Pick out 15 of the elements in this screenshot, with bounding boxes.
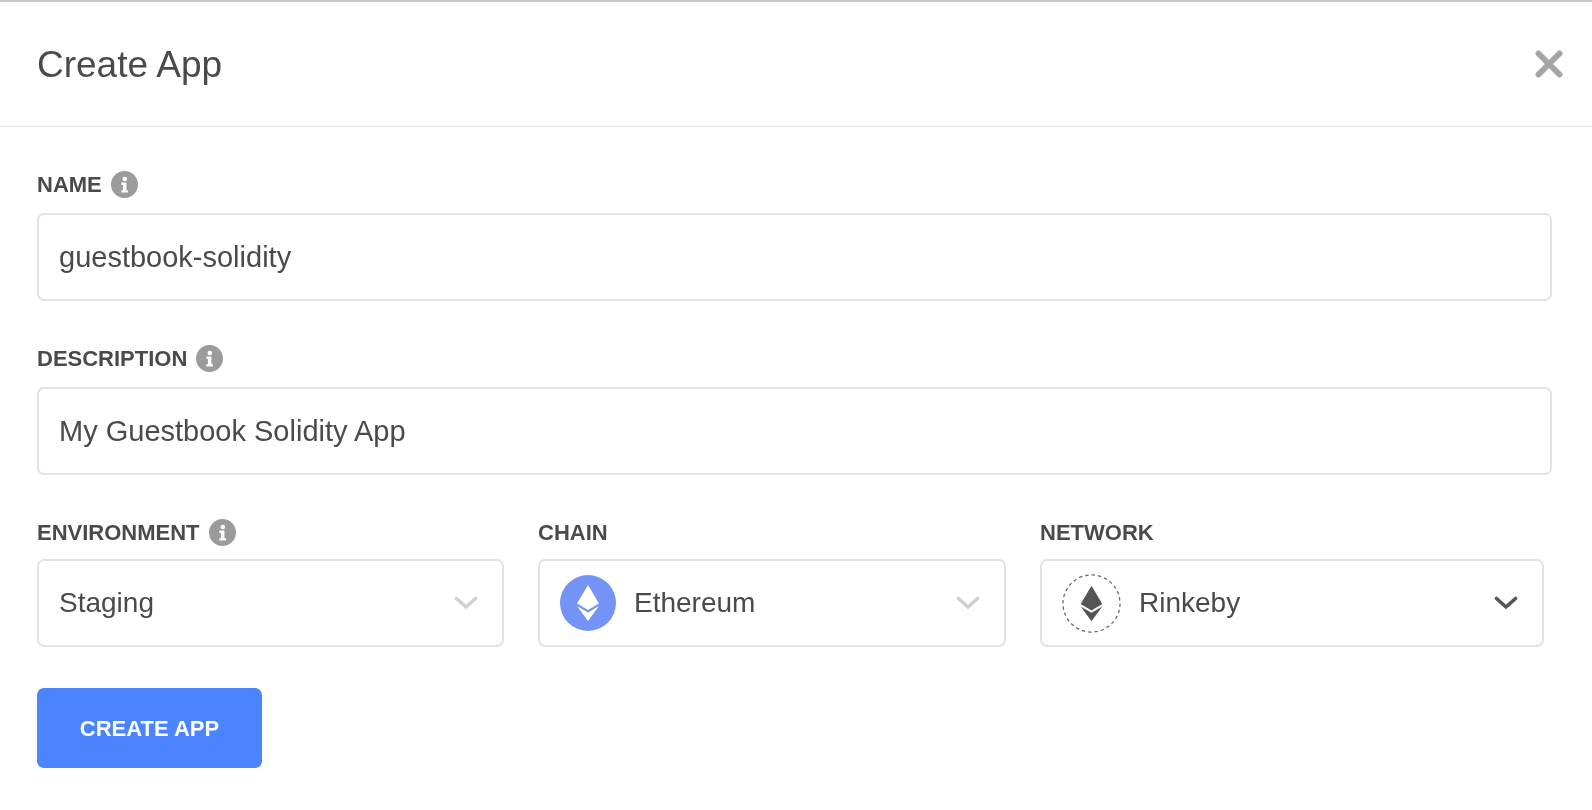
field-label: NETWORK xyxy=(1040,521,1154,544)
diamond-logo-icon xyxy=(560,575,616,631)
close-button[interactable] xyxy=(1535,50,1563,78)
diamond-logo-icon xyxy=(1062,573,1121,633)
info-icon[interactable] xyxy=(110,171,138,198)
close-icon xyxy=(1535,50,1563,78)
text-input[interactable]: guestbook-solidity xyxy=(37,213,1552,301)
field-label: NAME xyxy=(37,173,102,196)
field-label: DESCRIPTION xyxy=(37,347,188,370)
field-label: CHAIN xyxy=(538,521,608,544)
select-field[interactable]: Rinkeby xyxy=(1040,559,1544,647)
dialog-title: Create App xyxy=(37,45,223,83)
info-icon[interactable] xyxy=(196,345,224,372)
text-input[interactable]: My Guestbook Solidity App xyxy=(37,387,1552,475)
field-label: ENVIRONMENT xyxy=(37,521,200,544)
